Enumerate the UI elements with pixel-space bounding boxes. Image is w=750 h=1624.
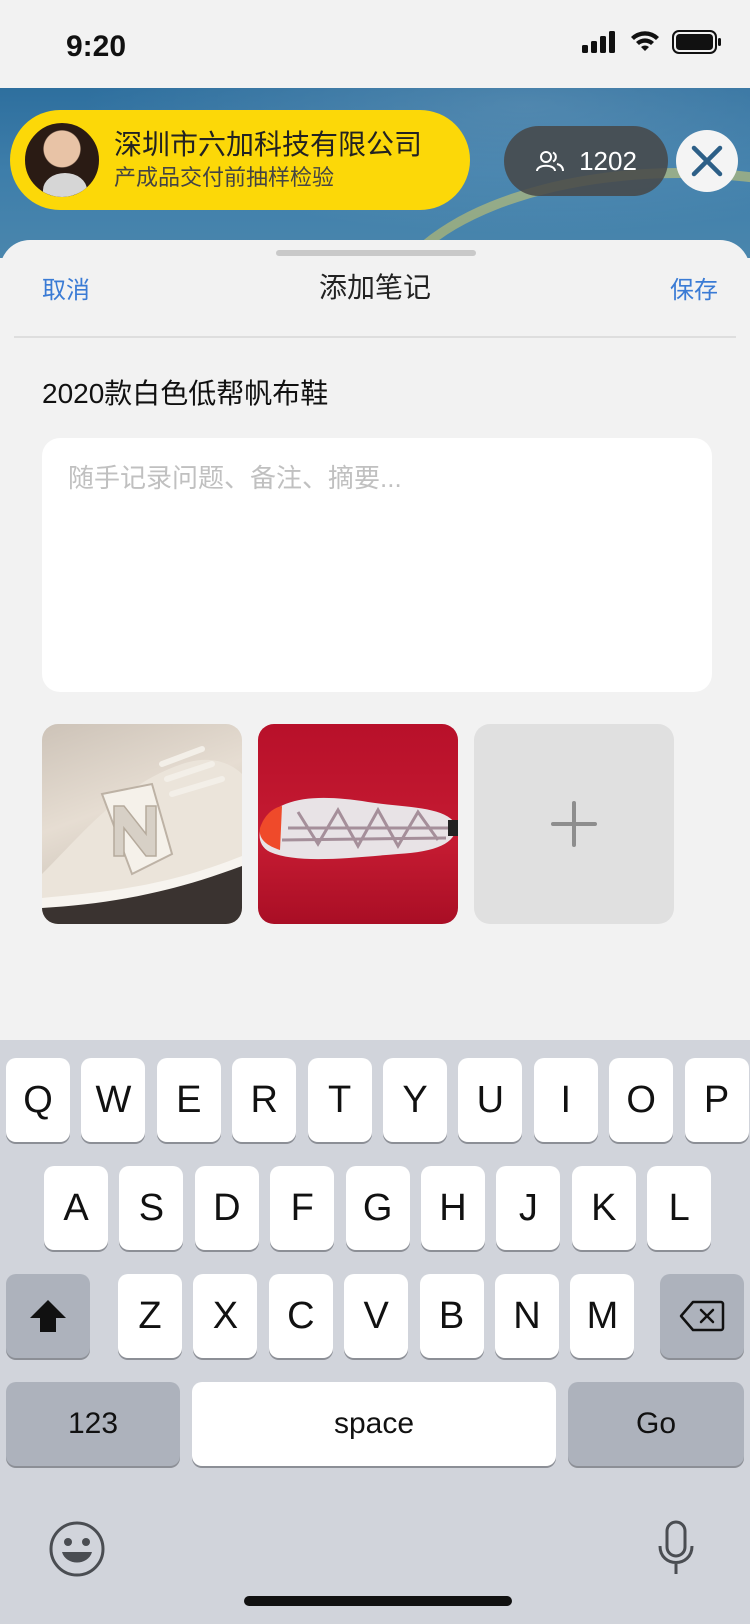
key-o[interactable]: O	[609, 1058, 674, 1142]
host-subtitle: 产成品交付前抽样检验	[114, 165, 335, 190]
host-info-pill[interactable]: 深圳市六加科技有限公司 产成品交付前抽样检验	[10, 110, 470, 210]
key-z[interactable]: Z	[118, 1274, 182, 1358]
close-icon	[691, 145, 723, 177]
key-i[interactable]: I	[533, 1058, 598, 1142]
go-key[interactable]: Go	[568, 1382, 744, 1466]
key-c[interactable]: C	[268, 1274, 333, 1358]
viewer-count-pill[interactable]: 1202	[504, 126, 668, 196]
key-w[interactable]: W	[81, 1058, 146, 1142]
key-f[interactable]: F	[270, 1166, 335, 1250]
dictation-button[interactable]	[656, 1520, 696, 1578]
key-g[interactable]: G	[345, 1166, 410, 1250]
shift-key[interactable]	[6, 1274, 90, 1358]
avatar	[22, 120, 102, 200]
key-y[interactable]: Y	[383, 1058, 447, 1142]
delete-key[interactable]	[660, 1274, 744, 1358]
viewer-count: 1202	[579, 145, 637, 176]
white-sneaker-image	[42, 746, 242, 924]
keyboard: 123 space Go QWERTYUIOP ASDFGHJKL ZXCVBNM	[0, 1040, 750, 1624]
key-k[interactable]: K	[571, 1166, 636, 1250]
key-r[interactable]: R	[232, 1058, 297, 1142]
space-key[interactable]: space	[192, 1382, 556, 1466]
note-input[interactable]	[42, 438, 712, 692]
image-list	[42, 724, 674, 924]
emoji-button[interactable]	[48, 1520, 106, 1578]
key-h[interactable]: H	[421, 1166, 485, 1250]
wifi-icon	[631, 31, 659, 51]
key-n[interactable]: N	[495, 1274, 559, 1358]
emoji-icon	[49, 1521, 105, 1577]
image-thumbnail-red-sole[interactable]	[258, 724, 458, 924]
key-m[interactable]: M	[570, 1274, 635, 1358]
key-j[interactable]: J	[496, 1166, 561, 1250]
image-thumbnail-white-sneaker[interactable]	[42, 724, 242, 924]
key-p[interactable]: P	[684, 1058, 749, 1142]
status-icons	[582, 30, 722, 54]
key-a[interactable]: A	[44, 1166, 108, 1250]
key-d[interactable]: D	[194, 1166, 259, 1250]
users-icon	[536, 151, 565, 172]
close-button[interactable]	[676, 130, 738, 192]
sheet-title: 添加笔记	[318, 272, 431, 303]
microphone-icon	[658, 1520, 694, 1574]
key-u[interactable]: U	[458, 1058, 523, 1142]
key-l[interactable]: L	[647, 1166, 712, 1250]
key-t[interactable]: T	[307, 1058, 372, 1142]
save-button[interactable]: 保存	[670, 270, 718, 305]
key-v[interactable]: V	[344, 1274, 409, 1358]
plus-icon	[551, 801, 597, 847]
status-time: 9:20	[66, 30, 127, 63]
divider	[14, 336, 736, 338]
sheet-header: 取消 添加笔记 保存	[0, 240, 750, 338]
key-q[interactable]: Q	[6, 1058, 70, 1142]
product-name: 2020款白色低帮帆布鞋	[42, 378, 329, 409]
key-s[interactable]: S	[119, 1166, 184, 1250]
battery-icon	[672, 30, 721, 54]
shoe-sole-image	[259, 797, 458, 860]
key-x[interactable]: X	[193, 1274, 258, 1358]
home-indicator	[244, 1596, 512, 1606]
key-e[interactable]: E	[156, 1058, 221, 1142]
host-company: 深圳市六加科技有限公司	[114, 129, 423, 160]
add-image-button[interactable]	[474, 724, 674, 924]
shift-icon	[30, 1300, 66, 1332]
status-bar: 9:20	[0, 0, 750, 88]
backspace-icon	[679, 1300, 725, 1332]
signal-icon	[582, 31, 615, 53]
numbers-key[interactable]: 123	[6, 1382, 180, 1466]
key-b[interactable]: B	[419, 1274, 484, 1358]
